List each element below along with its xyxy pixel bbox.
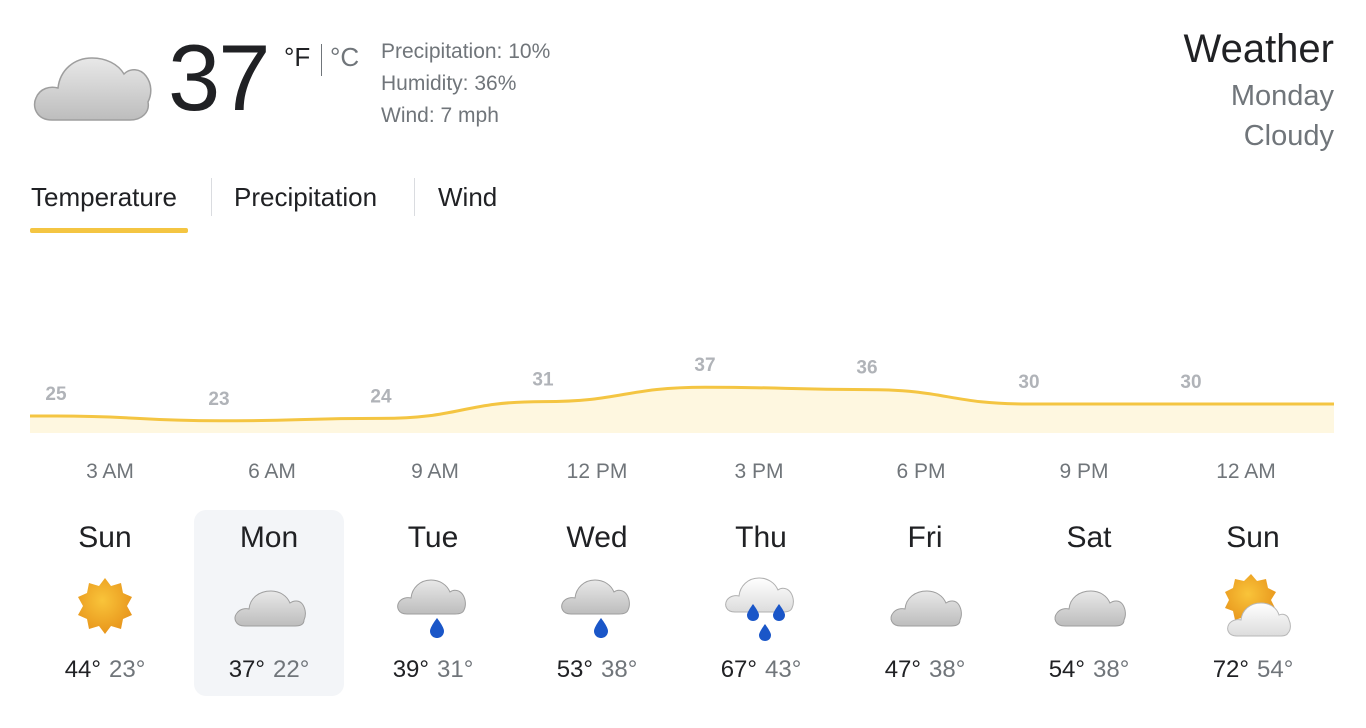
high-temp: 72° [1212,656,1249,683]
time-label: 3 AM [86,460,134,483]
low-temp: 38° [1093,656,1130,683]
fahrenheit-toggle[interactable]: °F [284,42,310,73]
temperature-data-label: 31 [532,370,554,391]
day-forecast-mon[interactable]: Mon 37° 22° [194,510,344,696]
rain-icon [557,566,637,646]
wind-text: Wind: 7 mph [381,104,499,127]
tab-temperature[interactable]: Temperature [31,180,177,214]
celsius-toggle[interactable]: °C [330,42,359,73]
low-temp: 43° [765,656,802,683]
precipitation-text: Precipitation: 10% [381,40,551,63]
low-temp: 38° [601,656,638,683]
current-temperature: 37 [168,25,271,130]
tab-divider [211,178,212,216]
high-temp: 39° [392,656,429,683]
time-label: 12 PM [566,460,628,483]
temperature-data-label: 36 [856,358,877,379]
day-forecast-sat[interactable]: Sat 54° 38° [1014,510,1164,696]
humidity-text: Humidity: 36% [381,72,517,95]
day-name: Sun [1226,521,1280,554]
high-temp: 53° [556,656,593,683]
day-name: Sat [1066,521,1112,554]
cloudy-icon [229,566,309,646]
rain-icon [393,566,473,646]
day-forecast-tue[interactable]: Tue 39° 31° [358,510,508,696]
low-temp: 23° [109,656,146,683]
cloudy-icon [30,40,152,126]
current-condition: Cloudy [1243,120,1334,152]
tab-precipitation[interactable]: Precipitation [234,180,377,214]
day-name: Sun [78,521,132,554]
cloudy-icon [885,566,965,646]
temperature-data-label: 30 [1180,372,1201,393]
day-forecast-fri[interactable]: Fri 47° 38° [850,510,1000,696]
high-temp: 44° [64,656,101,683]
low-temp: 22° [273,656,310,683]
weather-title: Weather [1183,27,1334,71]
temperature-data-label: 25 [45,384,67,405]
day-name: Fri [907,521,943,554]
low-temp: 38° [929,656,966,683]
time-label: 9 AM [411,460,459,483]
partly-cloudy-icon [1213,566,1293,646]
day-name: Thu [735,521,787,554]
high-temp: 47° [884,656,921,683]
selected-tab-indicator [30,228,188,233]
high-temp: 54° [1048,656,1085,683]
temperature-data-label: 24 [370,386,392,407]
day-forecast-sun-next[interactable]: Sun 72° 54° [1178,510,1328,696]
current-day: Monday [1230,80,1334,112]
low-temp: 54° [1257,656,1294,683]
time-label: 6 AM [248,460,296,483]
temperature-data-label: 30 [1018,372,1039,393]
day-name: Tue [407,521,459,554]
heavy-rain-icon [721,566,801,646]
day-name: Mon [239,521,299,554]
time-label: 9 PM [1059,460,1109,483]
time-label: 3 PM [734,460,784,483]
cloudy-icon [1049,566,1129,646]
temperature-data-label: 23 [208,389,229,410]
temperature-chart: 25 23 24 31 37 36 30 30 [29,355,1334,433]
time-label: 6 PM [896,460,946,483]
low-temp: 31° [437,656,474,683]
high-temp: 67° [720,656,757,683]
temperature-data-label: 37 [694,355,715,376]
day-forecast-wed[interactable]: Wed 53° 38° [522,510,672,696]
day-forecast-thu[interactable]: Thu 67° 43° [686,510,836,696]
tab-wind[interactable]: Wind [438,180,497,214]
day-forecast-sun[interactable]: Sun 44° 23° [30,510,180,696]
unit-divider [321,44,322,76]
time-label: 12 AM [1216,460,1276,483]
tab-divider [414,178,415,216]
sunny-icon [65,566,145,646]
day-name: Wed [566,521,628,554]
high-temp: 37° [228,656,265,683]
